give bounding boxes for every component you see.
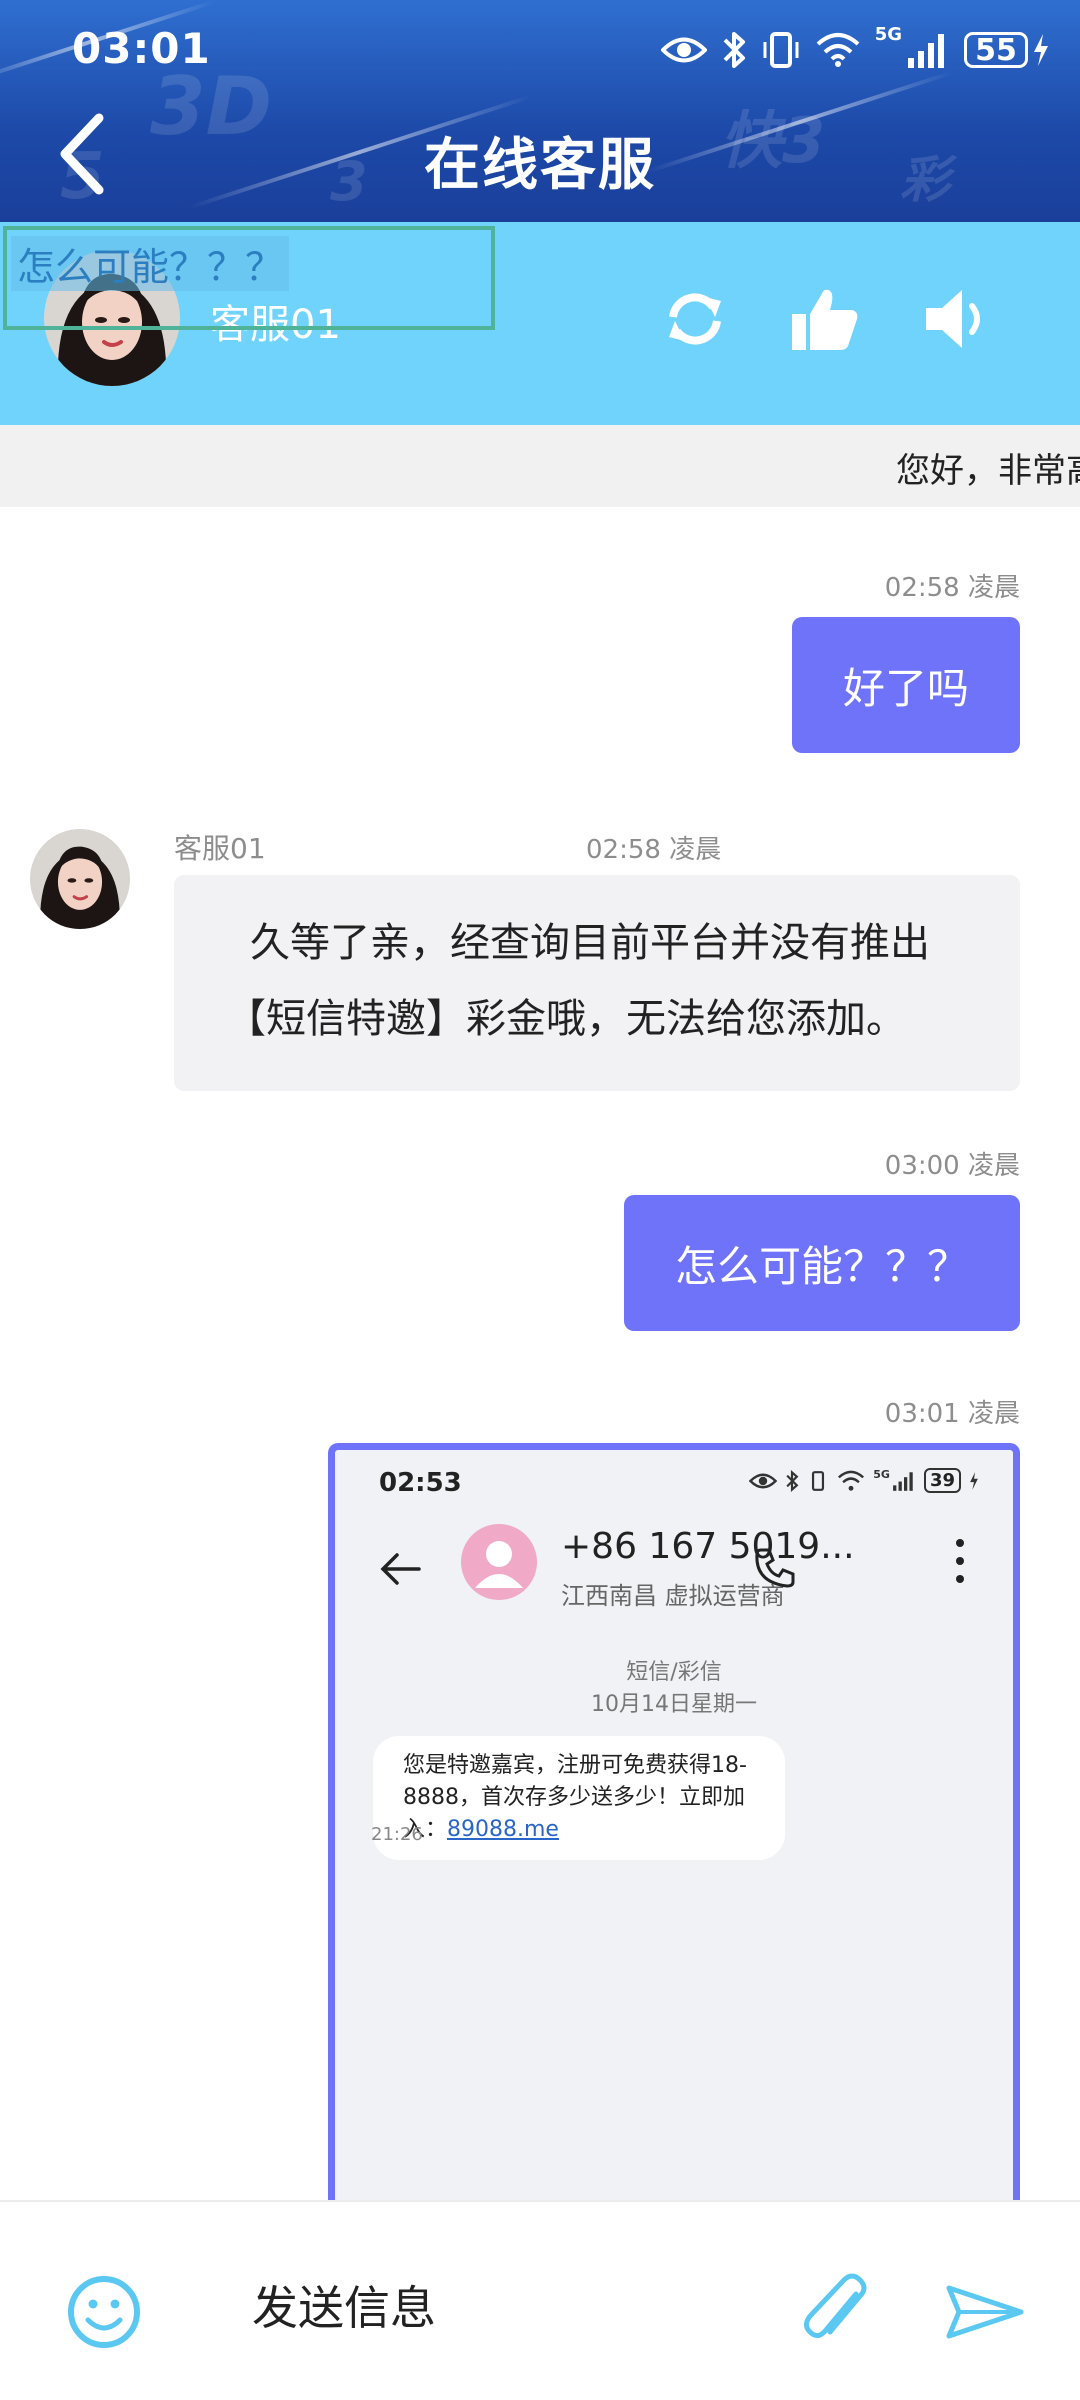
more-vertical-icon [956, 1539, 964, 1583]
arrow-left-icon [380, 1553, 421, 1585]
sms-time: 21:26 [371, 1824, 423, 1845]
refresh-button[interactable] [660, 284, 730, 354]
network-label: 5G [874, 24, 902, 45]
contact-location: 江西南昌 虚拟运营商 [561, 1582, 785, 1610]
vibrate-icon [763, 32, 799, 68]
speaker-icon [926, 290, 980, 348]
eye-icon [660, 37, 707, 63]
refresh-icon [669, 293, 721, 345]
bluetooth-icon [786, 1469, 799, 1492]
outgoing-message[interactable]: 怎么可能？？？ [624, 1195, 1020, 1331]
agent-actions [660, 284, 990, 354]
message-timestamp: 03:01 凌晨 [884, 1399, 1020, 1429]
attach-button[interactable] [800, 2272, 872, 2352]
agent-message-avatar [30, 829, 130, 929]
selected-text-overlay[interactable]: 怎么可能？？？ [3, 226, 495, 330]
vibrate-icon [812, 1470, 825, 1491]
send-icon [946, 2285, 1024, 2339]
message-date: 10月14日星期一 [591, 1692, 757, 1717]
contact-number: +86 167 5019... [561, 1526, 855, 1567]
sound-button[interactable] [920, 284, 990, 354]
wifi-icon [816, 33, 860, 67]
screenshot-network-label: 5G [873, 1468, 890, 1481]
charging-icon [1034, 34, 1048, 66]
announcement-marquee: 您好，非常高 [0, 425, 1080, 507]
charging-icon [970, 1471, 978, 1490]
phone-icon [755, 1548, 795, 1588]
message-timestamp: 03:00 凌晨 [884, 1151, 1020, 1181]
chat-area[interactable]: 02:58 凌晨 好了吗 客服01 02:58 凌晨 久等了亲，经查询目前平台并… [0, 507, 1080, 2200]
wifi-icon [838, 1470, 865, 1491]
contact-avatar [461, 1524, 537, 1600]
app-header: 3D 5 3 快3 彩 03:01 5G 55 在线客服 [0, 0, 1080, 222]
status-icons: 5G 55 [660, 24, 1050, 76]
sms-bubble: 您是特邀嘉宾，注册可免费获得18-8888，首次存多少送多少！立即加入：8908… [373, 1736, 785, 1860]
announcement-text: 您好，非常高 [896, 451, 1080, 491]
sms-link: 89088.me [447, 1817, 559, 1842]
incoming-message[interactable]: 久等了亲，经查询目前平台并没有推出 【短信特邀】彩金哦，无法给您添加。 [174, 875, 1020, 1091]
battery-level: 55 [964, 32, 1028, 68]
message-input-bar [0, 2200, 1080, 2400]
eye-icon [749, 1473, 778, 1488]
bluetooth-icon [723, 32, 745, 68]
message-type-label: 短信/彩信 [626, 1660, 722, 1685]
status-time: 03:01 [72, 24, 211, 73]
outgoing-message[interactable]: 好了吗 [792, 617, 1020, 753]
incoming-message-line: 久等了亲，经查询目前平台并没有推出 [250, 920, 930, 966]
image-message[interactable]: 02:53 5G 39 +86 167 5019... 江西南昌 虚拟运营商 短… [328, 1443, 1020, 2200]
screenshot-status-time: 02:53 [379, 1468, 462, 1498]
battery-indicator: 55 [964, 32, 1050, 68]
message-timestamp: 02:58 凌晨 [586, 835, 722, 865]
signal-icon [908, 34, 944, 68]
emoji-button[interactable] [66, 2274, 142, 2350]
screenshot-status-icons: 5G 39 [749, 1468, 979, 1493]
message-timestamp: 02:58 凌晨 [884, 573, 1020, 603]
thumbs-up-icon [792, 289, 858, 350]
smiley-icon [68, 2276, 140, 2348]
message-input[interactable] [250, 2262, 754, 2354]
message-sender: 客服01 [174, 832, 266, 865]
like-button[interactable] [790, 284, 860, 354]
screenshot-battery: 39 [923, 1468, 961, 1493]
paperclip-icon [804, 2273, 867, 2338]
signal-icon [893, 1471, 913, 1491]
selected-text: 怎么可能？？？ [11, 236, 290, 291]
page-title: 在线客服 [424, 133, 656, 198]
send-button[interactable] [945, 2282, 1025, 2342]
incoming-message-line: 【短信特邀】彩金哦，无法给您添加。 [226, 996, 906, 1042]
